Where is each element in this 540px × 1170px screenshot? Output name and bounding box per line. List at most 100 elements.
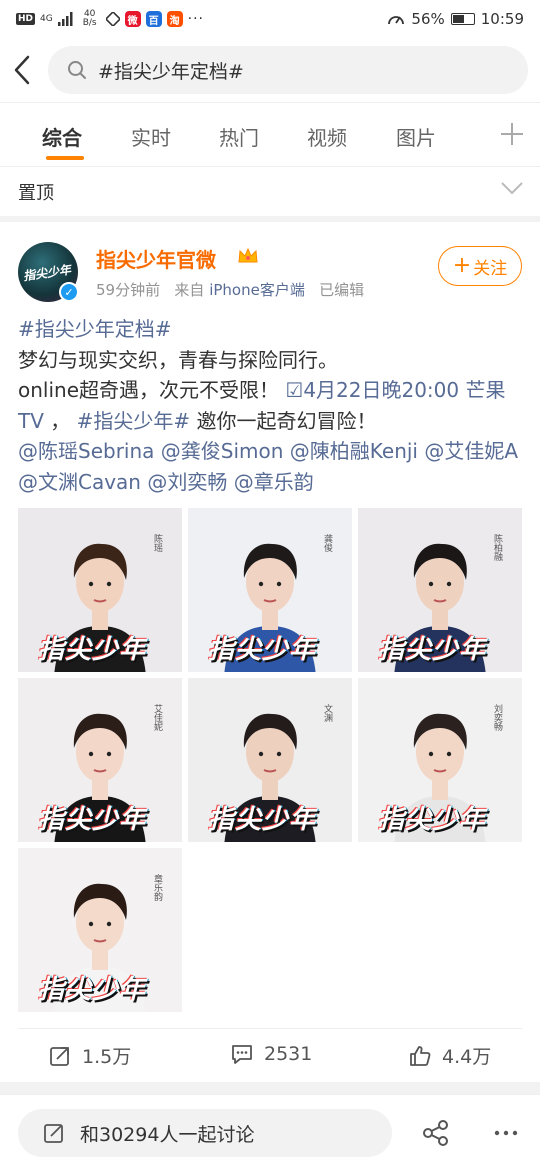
status-bar: HD 4G 40 B/s 微 百 淘 ··· 56% 10:59 xyxy=(0,0,540,38)
avatar-text: 指尖少年 xyxy=(22,262,72,284)
pinned-header[interactable]: 置顶 xyxy=(0,168,540,216)
like-button[interactable]: 4.4万 xyxy=(408,1042,491,1069)
divider xyxy=(0,166,540,167)
baidu-icon: 百 xyxy=(145,11,162,27)
more-icon[interactable] xyxy=(494,1129,518,1137)
post-text: #指尖少年定档# 梦幻与现实交织，青春与探险同行。 online超奇遇，次元不受… xyxy=(18,314,528,497)
discuss-label: 和30294人一起讨论 xyxy=(80,1123,255,1146)
post-photo[interactable]: 陈柏融指尖少年 xyxy=(358,508,522,672)
post-photo[interactable]: 文渊指尖少年 xyxy=(188,678,352,842)
tab-realtime[interactable]: 实时 xyxy=(131,122,171,151)
hd-badge: HD xyxy=(16,13,36,25)
discuss-input[interactable]: 和30294人一起讨论 xyxy=(18,1109,392,1157)
divider xyxy=(18,1028,522,1029)
comment-count: 2531 xyxy=(264,1043,313,1065)
verified-badge-icon: ✓ xyxy=(59,282,79,302)
chevron-down-icon[interactable] xyxy=(500,180,524,196)
thumbs-up-icon xyxy=(410,1045,431,1066)
post-line: online超奇遇，次元不受限！ xyxy=(18,378,280,402)
post-photo[interactable]: 艾佳妮指尖少年 xyxy=(18,678,182,842)
photo-name-label: 艾佳妮 xyxy=(152,704,162,731)
back-button[interactable] xyxy=(0,44,44,96)
photo-logo: 指尖少年 xyxy=(38,635,147,665)
active-tab-indicator xyxy=(46,156,84,160)
username[interactable]: 指尖少年官微 xyxy=(96,244,216,273)
photo-logo: 指尖少年 xyxy=(378,635,487,665)
photo-logo: 指尖少年 xyxy=(208,635,317,665)
clock: 10:59 xyxy=(480,10,524,28)
net-speed: 40 B/s xyxy=(82,9,97,28)
signal-icon xyxy=(57,12,73,26)
search-query: #指尖少年定档# xyxy=(98,60,244,83)
battery-icon xyxy=(450,13,475,25)
notification-icon xyxy=(105,12,120,26)
speedometer-icon xyxy=(388,16,405,25)
weibo-icon: 微 xyxy=(124,11,141,27)
tab-images[interactable]: 图片 xyxy=(396,122,436,151)
photo-name-label: 刘奕畅 xyxy=(492,704,502,731)
search-icon xyxy=(64,57,90,83)
hashtag-link[interactable]: #指尖少年定档# xyxy=(18,317,172,341)
repost-button[interactable]: 1.5万 xyxy=(48,1042,131,1069)
mention-link[interactable]: @龚俊Simon xyxy=(161,439,284,463)
photo-logo: 指尖少年 xyxy=(378,805,487,835)
follow-button[interactable]: + 关注 xyxy=(438,246,522,286)
mentions: @陈瑶Sebrina @龚俊Simon @陳柏融Kenji @艾佳妮A @文渊C… xyxy=(18,439,518,494)
calendar-icon: ☑ xyxy=(285,378,304,402)
source-prefix: 来自 xyxy=(174,281,205,299)
crown-icon xyxy=(238,247,258,263)
share-icon[interactable] xyxy=(422,1119,450,1147)
taobao-icon: 淘 xyxy=(166,11,183,27)
photo-logo: 指尖少年 xyxy=(208,805,317,835)
mention-link[interactable]: @陳柏融Kenji xyxy=(290,439,418,463)
comment-button[interactable]: 2531 xyxy=(230,1042,312,1066)
comma: ， xyxy=(50,408,71,433)
bottom-bar: 和30294人一起讨论 xyxy=(0,1094,540,1170)
mention-link[interactable]: @陈瑶Sebrina xyxy=(18,439,154,463)
post-line: 邀你一起奇幻冒险！ xyxy=(196,408,377,433)
tab-video[interactable]: 视频 xyxy=(307,122,347,151)
post-line: 梦幻与现实交织，青春与探险同行。 xyxy=(18,347,338,372)
section-gap xyxy=(0,216,540,222)
comment-icon xyxy=(232,1045,252,1064)
photo-name-label: 章乐韵 xyxy=(152,874,162,901)
tab-comprehensive[interactable]: 综合 xyxy=(42,122,82,151)
mention-link[interactable]: @艾佳妮A xyxy=(424,439,518,463)
post-photo[interactable]: 章乐韵指尖少年 xyxy=(18,848,182,1012)
post-photo[interactable]: 龚俊指尖少年 xyxy=(188,508,352,672)
post-meta: 59分钟前 来自 iPhone客户端 已编辑 xyxy=(96,279,364,300)
battery-percent: 56% xyxy=(411,10,445,28)
search-row: #指尖少年定档# xyxy=(0,44,540,96)
edit-icon xyxy=(44,1124,63,1143)
more-notifications-icon: ··· xyxy=(187,11,204,27)
post-photo[interactable]: 刘奕畅指尖少年 xyxy=(358,678,522,842)
network-type: 4G xyxy=(40,13,53,24)
post-source[interactable]: iPhone客户端 xyxy=(209,281,305,299)
tab-hot[interactable]: 热门 xyxy=(219,122,259,151)
photo-name-label: 龚俊 xyxy=(322,534,332,552)
post-actions: 1.5万 2531 4.4万 xyxy=(0,1030,540,1082)
photo-name-label: 文渊 xyxy=(322,704,332,722)
mention-link[interactable]: @刘奕畅 xyxy=(147,470,227,494)
photo-logo: 指尖少年 xyxy=(38,975,147,1005)
photo-name-label: 陈瑶 xyxy=(152,534,162,552)
section-gap xyxy=(0,1082,540,1094)
hashtag-link[interactable]: #指尖少年# xyxy=(77,409,191,433)
add-tab-icon[interactable] xyxy=(498,120,526,148)
search-input[interactable]: #指尖少年定档# xyxy=(48,46,528,94)
edited-label: 已编辑 xyxy=(319,281,365,299)
post-time: 59分钟前 xyxy=(96,281,161,299)
photo-logo: 指尖少年 xyxy=(38,805,147,835)
pinned-label: 置顶 xyxy=(18,183,54,204)
plus-icon: + xyxy=(452,253,472,278)
follow-label: 关注 xyxy=(473,258,508,279)
mention-link[interactable]: @章乐韵 xyxy=(234,470,314,494)
repost-count: 1.5万 xyxy=(82,1046,132,1068)
divider xyxy=(0,102,540,103)
photo-name-label: 陈柏融 xyxy=(492,534,502,561)
repost-icon xyxy=(50,1046,69,1066)
mention-link[interactable]: @文渊Cavan xyxy=(18,470,141,494)
post-photo[interactable]: 陈瑶指尖少年 xyxy=(18,508,182,672)
like-count: 4.4万 xyxy=(442,1046,492,1068)
tab-bar: 综合 实时 热门 视频 图片 xyxy=(0,104,540,166)
